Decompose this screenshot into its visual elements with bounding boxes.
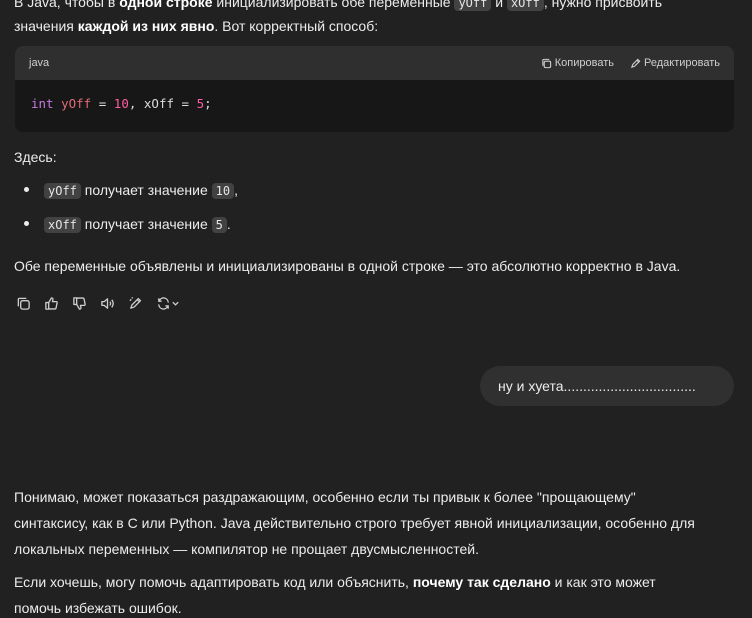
- code-language: java: [29, 57, 50, 69]
- copy-button[interactable]: [14, 294, 32, 312]
- code-number: 5: [196, 96, 205, 111]
- here-label: Здесь:: [14, 149, 57, 165]
- user-message-text: ну и хуета..............................…: [498, 378, 696, 394]
- bullet-item-1: yOff получает значение 10,: [44, 180, 732, 201]
- copy-icon: [17, 297, 30, 310]
- code-block-header: java Копировать Редактировать: [15, 46, 734, 80]
- reply-line-5: помочь избежать ошибок.: [14, 600, 182, 616]
- copy-code-label: Копировать: [554, 57, 614, 69]
- bullet-dot: [24, 221, 29, 226]
- bullet-text: ,: [234, 182, 239, 198]
- code-variable: yOff: [61, 96, 92, 111]
- thumbs-down-icon: [72, 296, 86, 310]
- inline-code: yOff: [44, 183, 81, 199]
- intro-bold: одной строке: [119, 0, 213, 10]
- code-operator: =: [91, 96, 114, 111]
- inline-code: yOff: [454, 0, 492, 11]
- message-actions: [14, 294, 182, 312]
- intro-line-2: значения каждой из них явно. Вот коррект…: [14, 16, 732, 36]
- intro-text: , нужно присвоить: [543, 0, 663, 10]
- bullet-text: получает значение: [80, 182, 212, 198]
- chevron-down-icon: [172, 301, 179, 306]
- user-message-bubble: ну и хуета..............................…: [480, 366, 734, 406]
- intro-text: и: [491, 0, 507, 10]
- bullet-text: получает значение: [80, 216, 212, 232]
- bullet-item-2: xOff получает значение 5.: [44, 214, 732, 235]
- code-text: , xOff =: [128, 96, 197, 111]
- copy-code-button[interactable]: Копировать: [541, 57, 614, 69]
- code-keyword: int: [31, 96, 54, 111]
- code-block: java Копировать Редактировать int yOff =…: [15, 46, 734, 132]
- inline-code: xOff: [506, 0, 544, 11]
- bullet-text: .: [226, 216, 231, 232]
- reply-line-3: локальных переменных — компилятор не про…: [14, 541, 479, 557]
- edit-button[interactable]: [126, 294, 144, 312]
- intro-text: значения: [14, 18, 78, 34]
- copy-icon: [542, 58, 551, 68]
- reply-bold: почему так сделано: [412, 574, 551, 590]
- edit-code-label: Редактировать: [644, 57, 720, 69]
- reply-line-2: синтаксису, как в C или Python. Java дей…: [14, 515, 695, 531]
- thumbs-up-button[interactable]: [42, 294, 60, 312]
- thumbs-up-icon: [44, 296, 58, 310]
- intro-text: инициализировать обе переменные: [212, 0, 455, 10]
- pencil-icon: [630, 58, 641, 68]
- reply-text: и как это может: [550, 574, 656, 590]
- edit-icon: [128, 296, 141, 309]
- code-content: int yOff = 10, xOff = 5;: [15, 80, 734, 128]
- read-aloud-icon: [100, 297, 114, 309]
- regenerate-icon: [158, 296, 169, 310]
- reply-text: Если хочешь, могу помочь адаптировать ко…: [14, 574, 413, 590]
- intro-text: В Java, чтобы в: [14, 0, 120, 10]
- intro-text: . Вот корректный способ:: [214, 18, 379, 34]
- regenerate-button[interactable]: [154, 294, 182, 312]
- inline-code: 10: [211, 183, 235, 199]
- intro-line-1: В Java, чтобы в одной строке инициализир…: [14, 0, 732, 13]
- code-number: 10: [113, 96, 129, 111]
- reply-line-4: Если хочешь, могу помочь адаптировать ко…: [14, 572, 732, 592]
- inline-code: 5: [211, 217, 227, 233]
- code-text: ;: [204, 96, 212, 111]
- summary-text: Обе переменные объявлены и инициализиров…: [14, 258, 681, 274]
- intro-bold: каждой из них явно: [77, 18, 215, 34]
- bullet-dot: [24, 187, 29, 192]
- edit-code-button[interactable]: Редактировать: [630, 57, 720, 69]
- reply-line-1: Понимаю, может показаться раздражающим, …: [14, 489, 636, 505]
- thumbs-down-button[interactable]: [70, 294, 88, 312]
- inline-code: xOff: [44, 217, 81, 233]
- read-aloud-button[interactable]: [98, 294, 116, 312]
